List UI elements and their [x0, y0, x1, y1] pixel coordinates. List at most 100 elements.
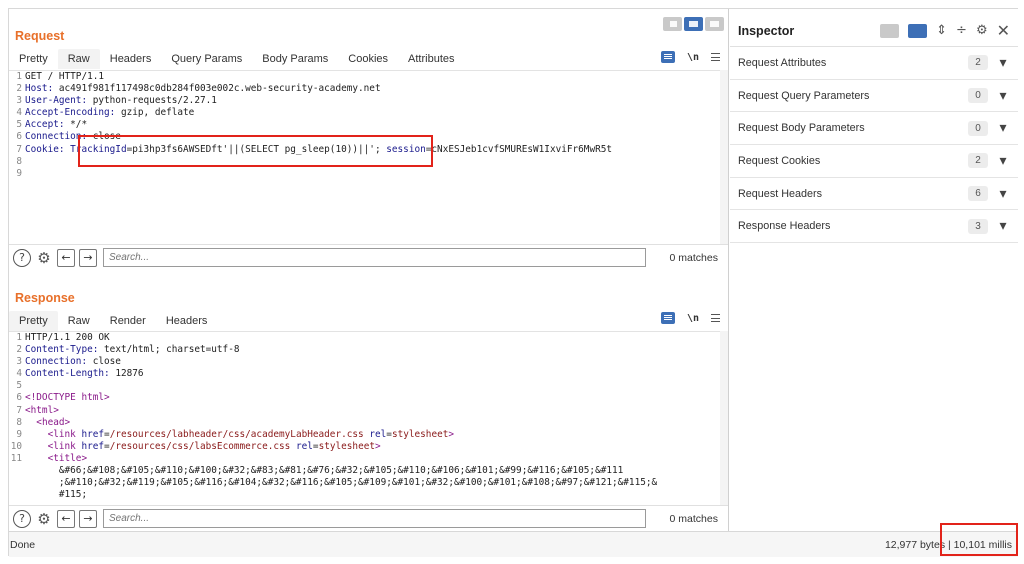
code-token: python-requests/2.27.1 [92, 95, 217, 107]
newline-toggle[interactable]: \n [687, 52, 699, 63]
line-content: <html> [25, 405, 59, 417]
code-token: stylesheet [391, 428, 449, 440]
help-icon[interactable]: ? [13, 509, 31, 528]
tab-render[interactable]: Render [100, 311, 156, 331]
code-line: ;&#110;&#32;&#119;&#105;&#116;&#104;&#32… [9, 477, 721, 489]
next-match-icon[interactable]: → [79, 509, 97, 528]
chevron-down-icon[interactable]: ▾ [988, 218, 1018, 234]
code-line: #115; [9, 489, 721, 501]
code-line: 8 <head> [9, 417, 721, 429]
line-content: &#66;&#108;&#105;&#110;&#100;&#32;&#83;&… [25, 465, 623, 477]
newline-toggle[interactable]: \n [687, 313, 699, 324]
tab-pretty[interactable]: Pretty [9, 49, 58, 69]
chevron-down-icon[interactable]: ▾ [988, 55, 1018, 71]
response-editor[interactable]: 1 HTTP/1.1 200 OK 2 Content-Type: text/html… [9, 331, 721, 505]
line-content: ;&#110;&#32;&#119;&#105;&#116;&#104;&#32… [25, 477, 657, 489]
tab-raw[interactable]: Raw [57, 49, 100, 69]
line-number: 1 [16, 332, 22, 343]
line-number: 4 [16, 368, 22, 380]
chevron-down-icon[interactable]: ▾ [988, 120, 1018, 136]
code-line: &#66;&#108;&#105;&#110;&#100;&#32;&#83;&… [9, 465, 721, 477]
next-match-icon[interactable]: → [79, 248, 97, 267]
code-token: HTTP/1.1 200 OK [25, 332, 110, 343]
code-line: 6 <!DOCTYPE html> [9, 392, 721, 404]
code-token: > [375, 440, 381, 452]
code-token: <head> [36, 416, 71, 428]
code-token: stylesheet [318, 440, 376, 452]
tab-query-params[interactable]: Query Params [161, 49, 252, 69]
code-token: ac491f981f117498c0db284f003e002c.web-sec… [58, 83, 381, 95]
menu-icon[interactable] [711, 53, 720, 61]
code-token: GET / HTTP/1.1 [25, 71, 105, 82]
code-token: href [81, 428, 105, 440]
layout-side-by-side-icon[interactable] [663, 17, 682, 31]
inspector-layout-list-icon[interactable] [880, 23, 900, 38]
inspector-section-request-headers[interactable]: Request Headers 6 ▾ [730, 178, 1018, 211]
request-search-input[interactable] [103, 248, 646, 267]
tab-raw[interactable]: Raw [58, 311, 100, 331]
count-badge: 2 [968, 153, 988, 169]
tab-cookies[interactable]: Cookies [338, 49, 398, 69]
code-token: User-Agent: [25, 95, 93, 107]
chevron-down-icon[interactable]: ▾ [988, 88, 1018, 104]
settings-gear-icon[interactable]: ⚙ [35, 510, 53, 528]
inspector-layout-panel-icon[interactable] [908, 23, 928, 38]
layout-single-icon[interactable] [705, 17, 724, 31]
code-token: Accept-Encoding: [25, 107, 121, 119]
line-number: 9 [16, 428, 22, 440]
inspector-section-response-headers[interactable]: Response Headers 3 ▾ [730, 210, 1018, 244]
previous-match-icon[interactable]: ← [57, 248, 75, 267]
inspector-tools: ⇕ ÷ ⚙ ✕ [880, 21, 1010, 40]
tab-body-params[interactable]: Body Params [252, 49, 338, 69]
chevron-down-icon[interactable]: ▾ [988, 153, 1018, 169]
response-editor-tools: \n [660, 312, 720, 324]
previous-match-icon[interactable]: ← [57, 509, 75, 528]
inspector-section-request-body-parameters[interactable]: Request Body Parameters 0 ▾ [730, 112, 1018, 146]
line-number [9, 477, 25, 489]
line-number: 8 [16, 155, 22, 167]
inspector-section-request-attributes[interactable]: Request Attributes 2 ▾ [730, 47, 1018, 80]
chevron-down-icon[interactable]: ▾ [988, 186, 1018, 202]
count-badge: 3 [968, 218, 988, 234]
expand-all-icon[interactable]: ⇕ [936, 23, 947, 38]
pretty-print-icon[interactable] [660, 51, 675, 63]
tab-headers[interactable]: Headers [100, 49, 162, 69]
line-content: <title> [25, 453, 88, 465]
code-line: 3 User-Agent: python-requests/2.27.1 [9, 95, 721, 107]
line-number: 4 [16, 107, 22, 119]
settings-gear-icon[interactable]: ⚙ [976, 23, 988, 38]
line-content: <link href=/resources/labheader/css/acad… [25, 429, 454, 441]
tab-pretty[interactable]: Pretty [9, 311, 58, 331]
close-icon[interactable]: ✕ [997, 21, 1010, 40]
inspector-section-request-cookies[interactable]: Request Cookies 2 ▾ [730, 145, 1018, 178]
pretty-print-icon[interactable] [660, 312, 675, 324]
code-token: #115; [25, 489, 88, 501]
layout-stacked-icon[interactable] [684, 17, 703, 31]
request-scrollbar[interactable] [720, 70, 728, 244]
code-token: 12876 [115, 368, 144, 380]
code-token: rel [295, 440, 313, 452]
response-title: Response [15, 291, 75, 305]
inspector-section-request-query-parameters[interactable]: Request Query Parameters 0 ▾ [730, 80, 1018, 113]
menu-icon[interactable] [711, 314, 720, 322]
code-line: 2 Content-Type: text/html; charset=utf-8 [9, 344, 721, 356]
line-content: Content-Type: text/html; charset=utf-8 [25, 344, 240, 356]
help-icon[interactable]: ? [13, 248, 31, 267]
line-number: 7 [16, 143, 22, 155]
line-content: HTTP/1.1 200 OK [25, 332, 110, 344]
code-token: close [92, 356, 121, 368]
code-token: Cookie: [25, 143, 71, 155]
tab-headers[interactable]: Headers [156, 311, 218, 331]
line-number: 1 [16, 71, 22, 82]
inspector-section-label: Request Body Parameters [738, 122, 865, 135]
collapse-all-icon[interactable]: ÷ [956, 23, 967, 38]
response-scrollbar[interactable] [720, 331, 728, 505]
message-panes: Request Pretty Raw Headers Query Params Body… [9, 9, 729, 531]
count-badge: 6 [968, 186, 988, 202]
code-line: 4 Content-Length: 12876 [9, 368, 721, 380]
line-number: 2 [16, 344, 22, 356]
response-search-input[interactable] [103, 509, 646, 528]
settings-gear-icon[interactable]: ⚙ [35, 249, 53, 267]
tab-attributes[interactable]: Attributes [398, 49, 464, 69]
code-token: rel [369, 428, 387, 440]
